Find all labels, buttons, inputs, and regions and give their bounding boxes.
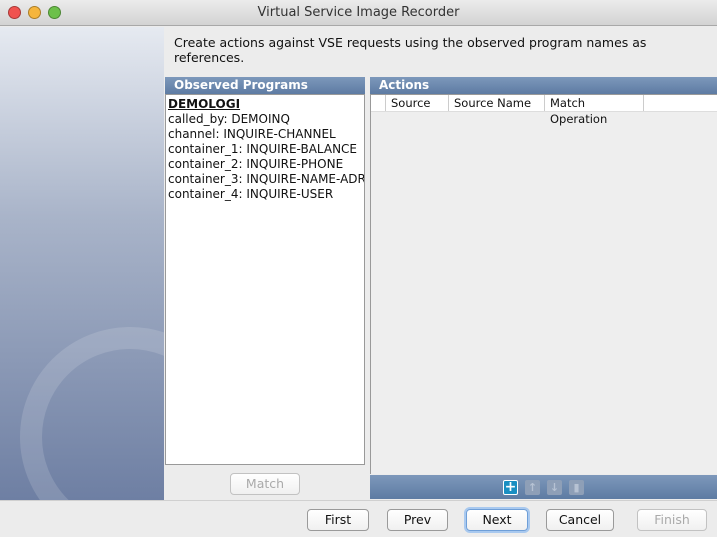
list-item[interactable]: container_2: INQUIRE-PHONE: [168, 157, 362, 172]
next-button[interactable]: Next: [466, 509, 528, 531]
prev-button[interactable]: Prev: [387, 509, 448, 531]
arrow-up-icon[interactable]: ↑: [525, 479, 540, 495]
zoom-button[interactable]: [48, 6, 61, 19]
actions-header: Actions: [370, 77, 717, 94]
list-item[interactable]: channel: INQUIRE-CHANNEL: [168, 127, 362, 142]
table-header: Source Source Name Match Operation: [371, 95, 717, 126]
actions-toolbar: + ↑ ↓ ▮: [370, 475, 717, 499]
title-bar: Virtual Service Image Recorder: [0, 0, 717, 26]
observed-programs-header: Observed Programs: [165, 77, 365, 94]
window-title: Virtual Service Image Recorder: [257, 5, 460, 20]
arrow-down-icon[interactable]: ↓: [547, 479, 562, 495]
column-source-name[interactable]: Source Name: [448, 95, 544, 111]
column-source[interactable]: Source: [385, 95, 448, 111]
close-button[interactable]: [8, 6, 21, 19]
match-button[interactable]: Match: [230, 473, 300, 495]
list-item[interactable]: container_3: INQUIRE-NAME-ADR: [168, 172, 364, 187]
list-item[interactable]: DEMOLOGI: [168, 97, 362, 112]
instruction-text: Create actions against VSE requests usin…: [174, 35, 647, 65]
first-button[interactable]: First: [307, 509, 369, 531]
cancel-button[interactable]: Cancel: [546, 509, 614, 531]
observed-programs-list[interactable]: DEMOLOGI called_by: DEMOINQ channel: INQ…: [165, 94, 365, 465]
list-item[interactable]: container_4: INQUIRE-USER: [168, 187, 362, 202]
wizard-sidebar-graphic: [0, 27, 164, 500]
list-item[interactable]: container_1: INQUIRE-BALANCE: [168, 142, 362, 157]
wheel-logo-graphic: [20, 327, 164, 500]
trash-icon[interactable]: ▮: [569, 479, 584, 495]
list-item[interactable]: called_by: DEMOINQ: [168, 112, 362, 127]
minimize-button[interactable]: [28, 6, 41, 19]
column-match-operation[interactable]: Match Operation: [544, 95, 644, 126]
finish-button[interactable]: Finish: [637, 509, 707, 531]
actions-table[interactable]: Source Source Name Match Operation: [370, 94, 717, 474]
add-icon[interactable]: +: [503, 479, 518, 495]
